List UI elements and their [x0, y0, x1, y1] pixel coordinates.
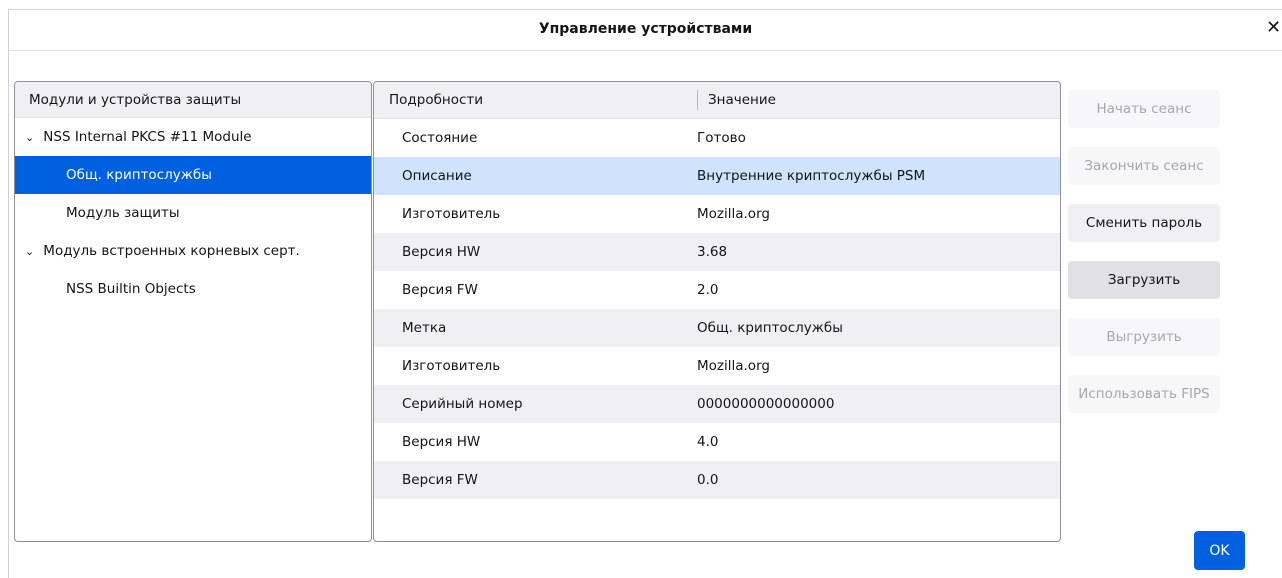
- logout-button[interactable]: Закончить сеанс: [1068, 147, 1220, 185]
- table-row[interactable]: Состояние Готово: [374, 119, 1060, 157]
- column-separator[interactable]: [697, 90, 698, 110]
- table-row[interactable]: Изготовитель Mozilla.org: [374, 195, 1060, 233]
- row-value: 0000000000000000: [697, 396, 835, 412]
- tree-item-label: NSS Builtin Objects: [66, 281, 196, 297]
- row-key: Версия FW: [402, 282, 478, 298]
- table-row[interactable]: Метка Общ. криптослужбы: [374, 309, 1060, 347]
- row-value: 4.0: [697, 434, 719, 450]
- table-row[interactable]: Версия HW 4.0: [374, 423, 1060, 461]
- row-value: Общ. криптослужбы: [697, 320, 843, 336]
- modules-tree-header: Модули и устройства защиты: [15, 82, 371, 118]
- tree-item-label: Модуль встроенных корневых серт.: [43, 243, 300, 259]
- row-key: Серийный номер: [402, 396, 523, 412]
- row-key: Версия FW: [402, 472, 478, 488]
- row-value: Mozilla.org: [697, 358, 770, 374]
- login-button[interactable]: Начать сеанс: [1068, 90, 1220, 128]
- tree-item-label: NSS Internal PKCS #11 Module: [43, 129, 252, 145]
- details-rows: Состояние Готово Описание Внутренние крипт…: [374, 119, 1060, 499]
- close-icon[interactable]: ✕: [1266, 18, 1281, 38]
- dialog-title: Управление устройствами: [538, 21, 753, 37]
- tree-item-security-module[interactable]: Модуль защиты: [15, 194, 371, 232]
- tree-item-builtin-objects[interactable]: NSS Builtin Objects: [15, 270, 371, 308]
- ok-button[interactable]: OK: [1194, 531, 1245, 570]
- chevron-down-icon[interactable]: ⌄: [25, 119, 39, 157]
- titlebar: Управление устройствами ✕: [9, 10, 1282, 51]
- table-row[interactable]: Изготовитель Mozilla.org: [374, 347, 1060, 385]
- row-value: Mozilla.org: [697, 206, 770, 222]
- tree-item-crypto-services[interactable]: Общ. криптослужбы: [15, 156, 371, 194]
- tree-item-builtin-roots-module[interactable]: ⌄ Модуль встроенных корневых серт.: [15, 232, 371, 270]
- details-table-header: Подробности Значение: [374, 82, 1060, 119]
- tree-item-nss-internal-module[interactable]: ⌄ NSS Internal PKCS #11 Module: [15, 118, 371, 156]
- action-buttons: Начать сеанс Закончить сеанс Сменить пар…: [1068, 90, 1220, 432]
- row-value: 3.68: [697, 244, 728, 260]
- table-row[interactable]: Версия HW 3.68: [374, 233, 1060, 271]
- details-table: Подробности Значение Состояние Готово Опи…: [373, 81, 1061, 542]
- chevron-down-icon[interactable]: ⌄: [25, 233, 39, 271]
- row-value: 0.0: [697, 472, 719, 488]
- unload-button[interactable]: Выгрузить: [1068, 318, 1220, 356]
- modules-tree[interactable]: Модули и устройства защиты ⌄ NSS Interna…: [14, 81, 372, 542]
- row-key: Метка: [402, 320, 447, 336]
- row-value: Внутренние криптослужбы PSM: [697, 168, 926, 184]
- row-key: Изготовитель: [402, 358, 501, 374]
- tree-item-label: Модуль защиты: [66, 205, 180, 221]
- load-button[interactable]: Загрузить: [1068, 261, 1220, 299]
- column-header-detail[interactable]: Подробности: [389, 82, 483, 119]
- row-key: Описание: [402, 168, 472, 184]
- row-key: Изготовитель: [402, 206, 501, 222]
- row-value: Готово: [697, 130, 746, 146]
- table-row[interactable]: Серийный номер 0000000000000000: [374, 385, 1060, 423]
- table-row[interactable]: Описание Внутренние криптослужбы PSM: [374, 157, 1060, 195]
- row-key: Состояние: [402, 130, 478, 146]
- tree-item-label: Общ. криптослужбы: [66, 167, 212, 183]
- change-password-button[interactable]: Сменить пароль: [1068, 204, 1220, 242]
- row-value: 2.0: [697, 282, 719, 298]
- row-key: Версия HW: [402, 244, 481, 260]
- row-key: Версия HW: [402, 434, 481, 450]
- enable-fips-button[interactable]: Использовать FIPS: [1068, 375, 1220, 413]
- column-header-value[interactable]: Значение: [708, 82, 776, 119]
- table-row[interactable]: Версия FW 2.0: [374, 271, 1060, 309]
- table-row[interactable]: Версия FW 0.0: [374, 461, 1060, 499]
